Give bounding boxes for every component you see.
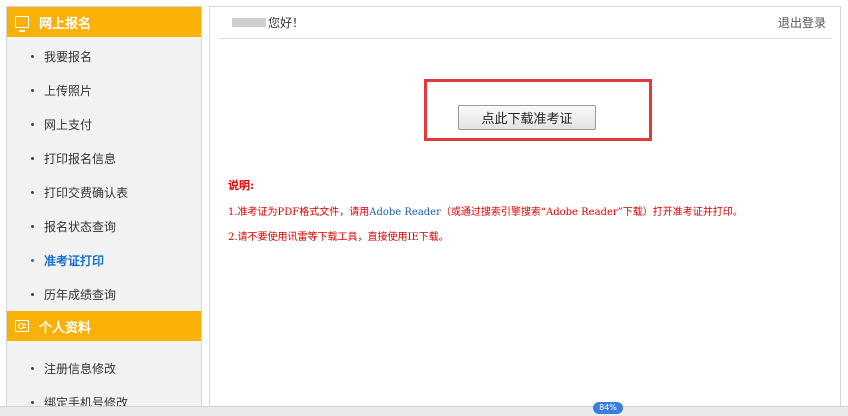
menu-item-upload-photo[interactable]: 上传照片 <box>7 73 201 107</box>
instructions: 说明: 1.准考证为PDF格式文件，请用Adobe Reader（或通过搜索引擎… <box>228 177 743 253</box>
section-header-online-registration: 网上报名 <box>7 7 201 37</box>
bullet-icon <box>31 258 34 262</box>
menu-item-label: 报名状态查询 <box>44 219 117 234</box>
bullet-icon <box>31 156 34 160</box>
menu-item-admission-ticket[interactable]: 准考证打印 <box>7 243 201 277</box>
bullet-icon <box>31 224 34 228</box>
menu-item-label: 我要报名 <box>44 49 93 64</box>
top-bar: 您好！ 退出登录 <box>218 7 832 39</box>
zoom-badge: 84% <box>593 402 623 414</box>
section-header-profile: 个人资料 <box>7 311 201 341</box>
menu-item-label: 打印交费确认表 <box>44 185 129 200</box>
menu-item-print-registration[interactable]: 打印报名信息 <box>7 141 201 175</box>
section-title: 网上报名 <box>39 16 92 32</box>
monitor-icon <box>15 16 29 32</box>
note1-prefix: 1.准考证为PDF格式文件，请用 <box>228 207 370 218</box>
sidebar: 网上报名 我要报名 上传照片 网上支付 打印报名信息 打印交费确认表 报名状态查… <box>6 6 202 416</box>
profile-menu: 注册信息修改 绑定手机号修改 <box>7 341 201 415</box>
download-admission-ticket-button[interactable]: 点此下载准考证 <box>458 105 596 130</box>
bottom-bar <box>0 406 848 416</box>
menu-item-print-payment-confirmation[interactable]: 打印交费确认表 <box>7 175 201 209</box>
bullet-icon <box>31 366 34 370</box>
instructions-title: 说明: <box>228 179 255 192</box>
redacted-username <box>232 18 266 27</box>
menu-item-label: 历年成绩查询 <box>44 287 117 302</box>
menu-item-register[interactable]: 我要报名 <box>7 39 201 73</box>
greeting: 您好！ <box>218 14 304 31</box>
menu-item-online-payment[interactable]: 网上支付 <box>7 107 201 141</box>
menu-item-label: 打印报名信息 <box>44 151 117 166</box>
menu-item-label: 准考证打印 <box>44 253 105 268</box>
bullet-icon <box>31 122 34 126</box>
menu-item-label: 网上支付 <box>44 117 93 132</box>
menu-item-edit-registration[interactable]: 注册信息修改 <box>7 351 201 385</box>
menu-item-score-history[interactable]: 历年成绩查询 <box>7 277 201 311</box>
bullet-icon <box>31 292 34 296</box>
section-title: 个人资料 <box>39 320 92 336</box>
bullet-icon <box>31 400 34 404</box>
main-panel: 您好！ 退出登录 点此下载准考证 说明: 1.准考证为PDF格式文件，请用Ado… <box>209 6 841 416</box>
instruction-line-1: 1.准考证为PDF格式文件，请用Adobe Reader（或通过搜索引擎搜索“A… <box>228 203 743 218</box>
note1-suffix: （或通过搜索引擎搜索“Adobe Reader”下载）打开准考证并打印。 <box>440 207 743 218</box>
bullet-icon <box>31 54 34 58</box>
menu-item-label: 注册信息修改 <box>44 361 117 376</box>
greeting-text: 您好！ <box>268 16 305 30</box>
instruction-line-2: 2.请不要使用讯雷等下载工具，直接使用IE下载。 <box>228 232 449 243</box>
bullet-icon <box>31 88 34 92</box>
menu-item-status-query[interactable]: 报名状态查询 <box>7 209 201 243</box>
id-card-icon <box>15 320 29 332</box>
menu-item-label: 上传照片 <box>44 83 93 98</box>
online-menu: 我要报名 上传照片 网上支付 打印报名信息 打印交费确认表 报名状态查询 准考证… <box>7 37 201 311</box>
adobe-reader-link[interactable]: Adobe Reader <box>369 207 441 218</box>
logout-link[interactable]: 退出登录 <box>778 14 832 31</box>
bullet-icon <box>31 190 34 194</box>
